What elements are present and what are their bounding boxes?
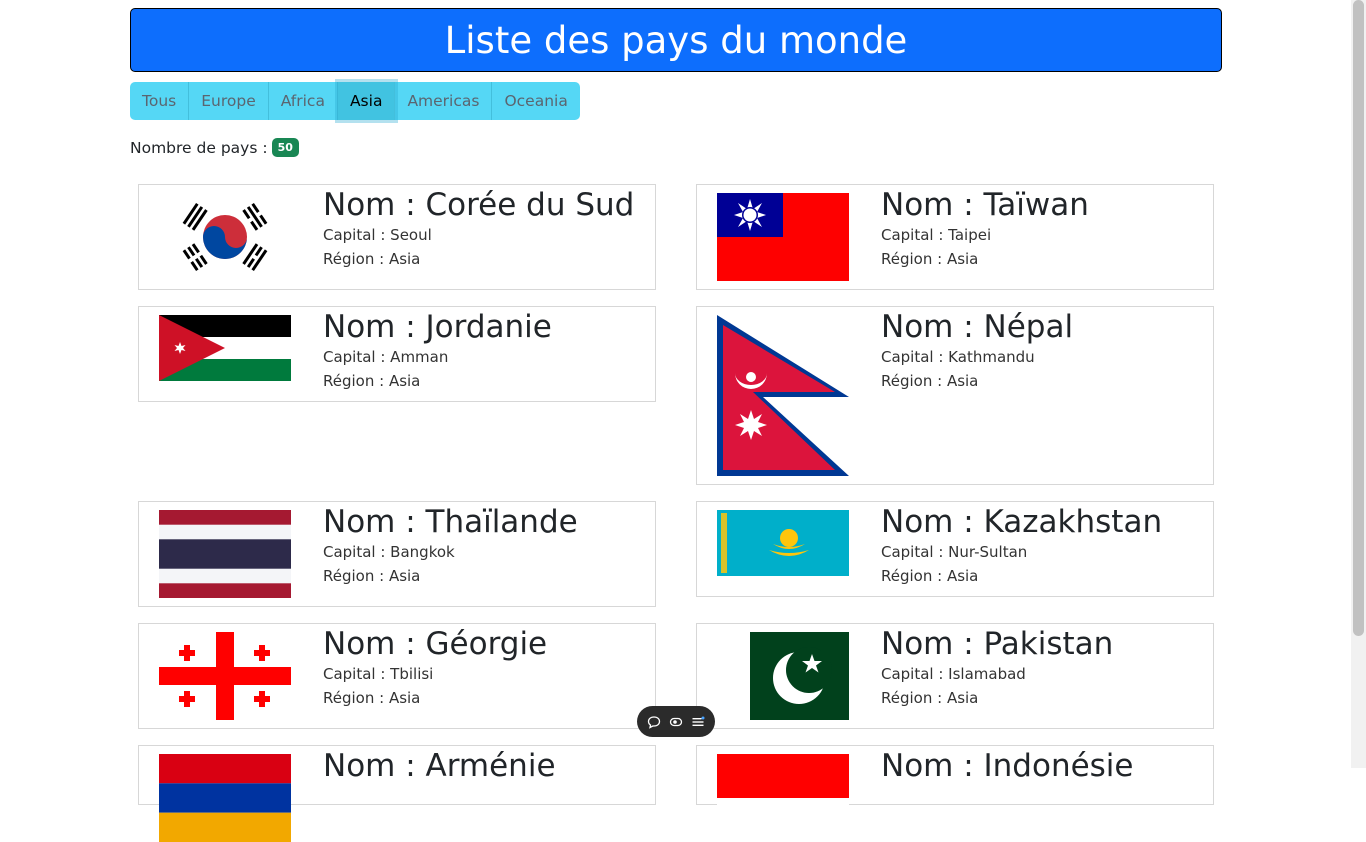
- country-name: Nom : Géorgie: [323, 626, 548, 662]
- taiwan-flag-icon: [717, 193, 849, 281]
- country-info: Nom : Pakistan Capital : Islamabad Régio…: [881, 624, 1113, 710]
- country-info: Nom : Indonésie: [881, 746, 1134, 784]
- country-name: Nom : Thaïlande: [323, 504, 578, 540]
- filter-oceania-button[interactable]: Oceania: [492, 82, 579, 120]
- country-count: Nombre de pays : 50: [130, 138, 299, 157]
- country-capital: Capital : Seoul: [323, 226, 432, 244]
- eye-icon[interactable]: [668, 714, 684, 730]
- filter-tous-button[interactable]: Tous: [130, 82, 190, 120]
- south-korea-flag-icon: [159, 193, 291, 281]
- country-name: Nom : Indonésie: [881, 748, 1134, 784]
- country-count-label: Nombre de pays :: [130, 138, 268, 157]
- filter-asia-button[interactable]: Asia: [337, 82, 396, 120]
- country-name: Nom : Arménie: [323, 748, 556, 784]
- country-region: Région : Asia: [881, 567, 979, 585]
- country-info: Nom : Jordanie Capital : Amman Région : …: [323, 307, 552, 393]
- georgia-flag-icon: [159, 632, 291, 720]
- filter-europe-button[interactable]: Europe: [189, 82, 269, 120]
- country-count-badge: 50: [271, 138, 299, 157]
- country-card[interactable]: Nom : Indonésie: [696, 745, 1214, 842]
- country-info: Nom : Taïwan Capital : Taipei Région : A…: [881, 185, 1089, 271]
- country-card[interactable]: Nom : Népal Capital : Kathmandu Région :…: [696, 306, 1214, 485]
- country-region: Région : Asia: [323, 567, 421, 585]
- country-card[interactable]: Nom : Taïwan Capital : Taipei Région : A…: [696, 184, 1214, 290]
- country-capital: Capital : Tbilisi: [323, 665, 434, 683]
- country-name: Nom : Taïwan: [881, 187, 1089, 223]
- indonesia-flag-icon: [717, 754, 849, 842]
- country-capital: Capital : Bangkok: [323, 543, 455, 561]
- country-capital: Capital : Taipei: [881, 226, 992, 244]
- country-region: Région : Asia: [323, 689, 421, 707]
- page-container: Liste des pays du monde Tous Europe Afri…: [130, 8, 1222, 157]
- country-info: Nom : Thaïlande Capital : Bangkok Région…: [323, 502, 578, 588]
- menu-icon[interactable]: [690, 714, 706, 730]
- floating-toolbar: [637, 706, 715, 737]
- page-title: Liste des pays du monde: [130, 8, 1222, 72]
- country-capital: Capital : Kathmandu: [881, 348, 1035, 366]
- filter-africa-button[interactable]: Africa: [269, 82, 338, 120]
- country-card[interactable]: Nom : Corée du Sud Capital : Seoul Régio…: [138, 184, 656, 290]
- region-filter-group: Tous Europe Africa Asia Americas Oceania: [130, 82, 580, 120]
- country-info: Nom : Corée du Sud Capital : Seoul Régio…: [323, 185, 634, 271]
- country-region: Région : Asia: [881, 372, 979, 390]
- country-card[interactable]: Nom : Jordanie Capital : Amman Région : …: [138, 306, 656, 402]
- country-region: Région : Asia: [881, 250, 979, 268]
- country-info: Nom : Népal Capital : Kathmandu Région :…: [881, 307, 1073, 393]
- country-region: Région : Asia: [881, 689, 979, 707]
- country-capital: Capital : Nur-Sultan: [881, 543, 1028, 561]
- country-name: Nom : Pakistan: [881, 626, 1114, 662]
- country-info: Nom : Géorgie Capital : Tbilisi Région :…: [323, 624, 547, 710]
- country-card[interactable]: Nom : Pakistan Capital : Islamabad Régio…: [696, 623, 1214, 729]
- country-region: Région : Asia: [323, 372, 421, 390]
- country-name: Nom : Jordanie: [323, 309, 552, 345]
- country-capital: Capital : Islamabad: [881, 665, 1026, 683]
- page-scrollbar[interactable]: [1351, 0, 1366, 768]
- jordan-flag-icon: [159, 315, 291, 381]
- country-card[interactable]: Nom : Arménie: [138, 745, 656, 842]
- nepal-flag-icon: [717, 315, 849, 476]
- country-capital: Capital : Amman: [323, 348, 449, 366]
- country-info: Nom : Arménie: [323, 746, 556, 784]
- country-info: Nom : Kazakhstan Capital : Nur-Sultan Ré…: [881, 502, 1162, 588]
- country-name: Nom : Corée du Sud: [323, 187, 635, 223]
- country-card[interactable]: Nom : Kazakhstan Capital : Nur-Sultan Ré…: [696, 501, 1214, 597]
- country-card[interactable]: Nom : Thaïlande Capital : Bangkok Région…: [138, 501, 656, 607]
- country-name: Nom : Kazakhstan: [881, 504, 1163, 540]
- filter-americas-button[interactable]: Americas: [395, 82, 493, 120]
- country-card[interactable]: Nom : Géorgie Capital : Tbilisi Région :…: [138, 623, 656, 729]
- country-name: Nom : Népal: [881, 309, 1074, 345]
- page-title-text: Liste des pays du monde: [444, 18, 908, 62]
- thailand-flag-icon: [159, 510, 291, 598]
- scrollbar-thumb[interactable]: [1353, 0, 1364, 636]
- country-region: Région : Asia: [323, 250, 421, 268]
- pakistan-flag-icon: [717, 632, 849, 720]
- kazakhstan-flag-icon: [717, 510, 849, 576]
- armenia-flag-icon: [159, 754, 291, 842]
- chat-icon[interactable]: [646, 714, 662, 730]
